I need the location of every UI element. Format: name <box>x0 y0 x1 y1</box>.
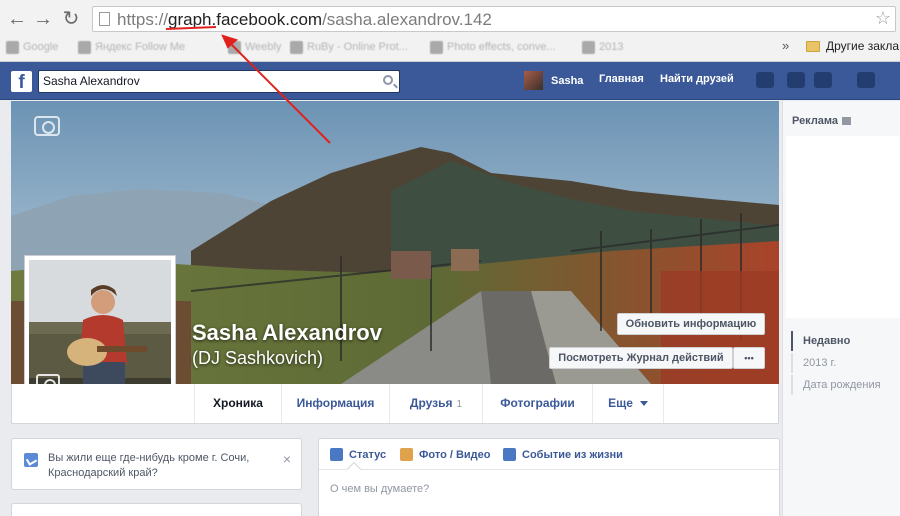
profile-link[interactable]: Sasha <box>524 71 583 90</box>
search-input[interactable] <box>39 71 369 91</box>
status-input[interactable]: О чем вы думаете? <box>330 483 429 495</box>
ads-heading: Реклама <box>792 115 852 127</box>
close-icon[interactable]: × <box>283 451 291 467</box>
bookmark-item[interactable]: Яндекс Follow Me <box>78 39 185 55</box>
other-bookmarks[interactable]: Другие закла <box>806 39 899 53</box>
favicon-icon <box>582 40 595 54</box>
places-lived-prompt: Вы жили еще где-нибудь кроме г. Сочи, Кр… <box>11 438 302 490</box>
favicon-icon <box>290 40 303 54</box>
post-composer: Статус Фото / Видео Событие из жизни О ч… <box>318 438 780 516</box>
tab-timeline[interactable]: Хроника <box>194 384 281 423</box>
composer-tab-status[interactable]: Статус <box>330 448 386 461</box>
reload-icon[interactable]: ↻ <box>60 8 82 30</box>
find-friends-link[interactable]: Найти друзей <box>660 73 734 85</box>
scrubber-recent[interactable]: Недавно <box>791 331 891 351</box>
more-options-button[interactable]: ••• <box>733 347 765 369</box>
bookmark-item[interactable]: RuBy - Online Prot... <box>290 39 408 55</box>
timeline-tabs: Хроника Информация Друзья 1 Фотографии Ещ… <box>11 384 779 424</box>
bookmark-item[interactable]: 2013 <box>582 39 623 55</box>
favicon-icon <box>228 40 241 54</box>
privacy-shortcuts-icon[interactable] <box>857 72 875 88</box>
left-column-card <box>11 503 302 516</box>
page-icon <box>99 12 110 26</box>
facebook-logo-icon[interactable]: f <box>11 71 32 92</box>
messages-icon[interactable] <box>787 72 805 88</box>
prompt-text[interactable]: Вы жили еще где-нибудь кроме г. Сочи, Кр… <box>48 451 278 481</box>
search-icon[interactable] <box>383 75 393 85</box>
pencil-icon <box>330 448 343 461</box>
notifications-icon[interactable] <box>814 72 832 88</box>
divider <box>319 469 779 470</box>
url-scheme: https:// <box>117 10 169 29</box>
folder-icon <box>806 40 820 52</box>
back-arrow-icon[interactable]: ← <box>6 8 28 30</box>
tab-photos[interactable]: Фотографии <box>482 384 592 423</box>
update-info-button[interactable]: Обновить информацию <box>617 313 765 335</box>
friends-count: 1 <box>456 399 463 410</box>
avatar <box>524 71 543 90</box>
ad-area <box>786 136 900 318</box>
url-path: /sasha.alexandrov.142 <box>322 10 492 29</box>
favicon-icon <box>78 40 91 54</box>
home-link[interactable]: Главная <box>599 73 644 85</box>
browser-chrome: ← → ↻ https://graph.facebook.com/sasha.a… <box>0 0 900 62</box>
facebook-top-bar: f Sasha Главная Найти друзей <box>0 62 900 100</box>
bookmarks-overflow-icon[interactable]: » <box>782 38 789 53</box>
photo-icon <box>400 448 413 461</box>
bookmarks-bar: Google Яндекс Follow Me Weebly RuBy - On… <box>0 35 900 59</box>
search-box[interactable] <box>38 70 400 93</box>
composer-tab-life-event[interactable]: Событие из жизни <box>503 448 623 461</box>
cover-camera-icon[interactable] <box>34 116 60 136</box>
profile-alternate-name: (DJ Sashkovich) <box>192 348 324 368</box>
profile-name[interactable]: Sasha Alexandrov <box>192 320 382 346</box>
tab-about[interactable]: Информация <box>281 384 389 423</box>
bookmark-item[interactable]: Weebly <box>228 39 281 55</box>
scrubber-2013[interactable]: 2013 г. <box>791 353 891 373</box>
friend-requests-icon[interactable] <box>756 72 774 88</box>
right-column: Реклама Недавно 2013 г. Дата рождения <box>782 101 900 516</box>
favicon-icon <box>6 40 19 54</box>
megaphone-icon <box>842 117 852 125</box>
scrubber-born[interactable]: Дата рождения <box>791 375 891 395</box>
activity-log-button[interactable]: Посмотреть Журнал действий <box>549 347 733 369</box>
url-host: graph.facebook.com <box>168 10 323 29</box>
bookmark-item[interactable]: Photo effects, conve... <box>430 39 556 55</box>
bookmark-item[interactable]: Google <box>6 39 58 55</box>
bookmark-star-icon[interactable]: ☆ <box>875 8 891 29</box>
flag-icon <box>503 448 516 461</box>
active-tab-pointer <box>346 461 362 477</box>
location-icon <box>24 453 38 467</box>
favicon-icon <box>430 40 443 54</box>
tab-more[interactable]: Еще <box>592 384 664 423</box>
tab-friends[interactable]: Друзья 1 <box>389 384 482 423</box>
forward-arrow-icon[interactable]: → <box>32 8 54 30</box>
chevron-down-icon <box>639 401 648 407</box>
address-bar[interactable]: https://graph.facebook.com/sasha.alexand… <box>92 6 896 32</box>
url-text[interactable]: https://graph.facebook.com/sasha.alexand… <box>117 10 492 30</box>
composer-tab-photo-video[interactable]: Фото / Видео <box>400 448 491 461</box>
